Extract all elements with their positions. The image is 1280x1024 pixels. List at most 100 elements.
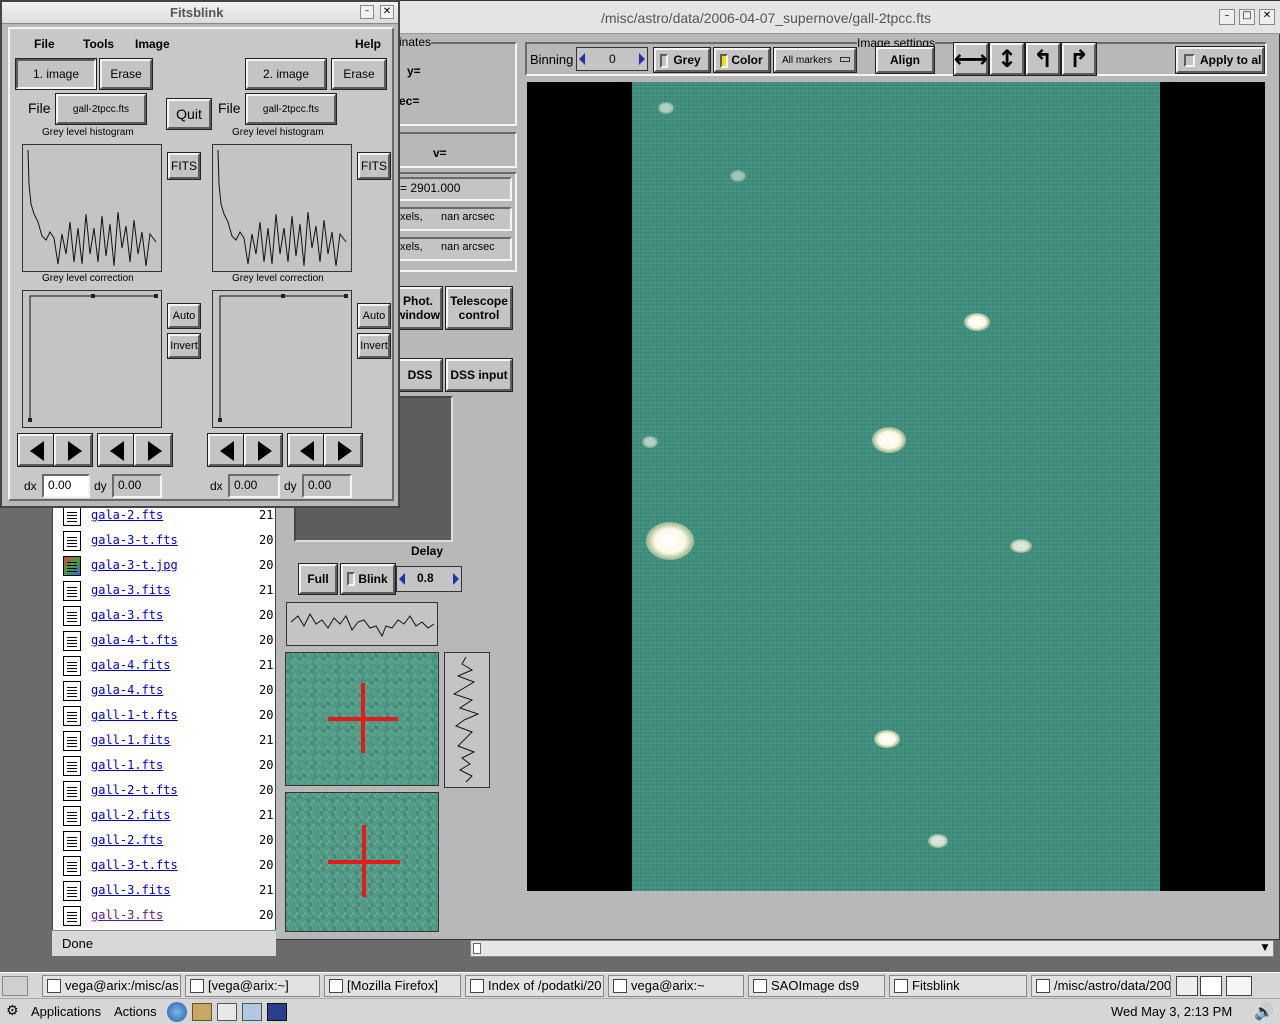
menu-file[interactable]: File	[34, 37, 55, 51]
delay-spinner[interactable]: 0.8	[396, 566, 462, 592]
taskbar-item[interactable]: /misc/astro/data/200	[1031, 975, 1171, 997]
rotate-left-icon[interactable]: ↰	[1025, 42, 1061, 76]
file-link[interactable]: gall-2.fts	[91, 833, 163, 847]
delay-decrease-icon[interactable]	[399, 573, 405, 585]
list-item[interactable]: gall-1-t.fts 20	[63, 704, 273, 729]
blink-toggle[interactable]: Blink	[340, 563, 396, 595]
workspace-3-icon[interactable]	[1226, 976, 1252, 996]
file-link[interactable]: gala-4-t.fts	[91, 633, 178, 647]
image2-button[interactable]: 2. image	[245, 58, 327, 90]
file-link[interactable]: gala-2.fts	[91, 508, 163, 522]
editor-launcher-icon[interactable]	[217, 1003, 237, 1021]
list-item[interactable]: gall-2.fits 21	[63, 804, 273, 829]
file-link[interactable]: gall-2-t.fts	[91, 783, 178, 797]
file-link[interactable]: gala-3.fts	[91, 608, 163, 622]
fits-button-1[interactable]: FITS	[167, 152, 201, 180]
shift-right-y-1-icon[interactable]	[133, 433, 173, 467]
list-item[interactable]: gall-3.fits 21	[63, 879, 273, 904]
workspace-2-icon[interactable]	[1200, 976, 1222, 996]
maximize-icon[interactable]: □	[1239, 9, 1255, 25]
file-link[interactable]: gall-3.fits	[91, 883, 170, 897]
markers-dropdown[interactable]: All markers	[773, 47, 857, 73]
telescope-control-button[interactable]: Telescope control	[445, 286, 513, 330]
invert-button-2[interactable]: Invert	[357, 333, 391, 359]
terminal-launcher-icon[interactable]	[267, 1003, 287, 1021]
list-item[interactable]: gall-2-t.fts 20	[63, 779, 273, 804]
shift-left-y-1-icon[interactable]	[97, 433, 137, 467]
file-link[interactable]: gall-3.fts	[91, 908, 163, 922]
shift-right-x-1-icon[interactable]	[53, 433, 93, 467]
list-item[interactable]: gall-1.fts 20	[63, 754, 273, 779]
minimize-icon[interactable]: –	[1219, 9, 1235, 25]
list-item[interactable]: gala-4.fts 20	[63, 679, 273, 704]
taskbar-item[interactable]: vega@arix:~	[608, 975, 744, 997]
color-radio[interactable]: Color	[713, 47, 771, 73]
blink-checkbox[interactable]	[347, 572, 355, 586]
show-desktop-icon[interactable]	[2, 976, 28, 996]
taskbar-item[interactable]: Index of /podatki/20	[465, 975, 604, 997]
browser-launcher-icon[interactable]	[167, 1002, 187, 1022]
dy-input-1[interactable]: 0.00	[112, 474, 162, 498]
binning-spinner[interactable]: 0	[576, 47, 648, 71]
close-icon[interactable]: ✕	[1259, 9, 1275, 25]
dx-input-1[interactable]: 0.00	[42, 474, 90, 498]
image1-button[interactable]: 1. image	[15, 58, 97, 90]
minimize-icon[interactable]: –	[360, 5, 374, 19]
horizontal-scrollbar[interactable]: ▼	[470, 940, 1274, 957]
scroll-down-icon[interactable]: ▼	[1259, 943, 1271, 954]
shift-right-x-2-icon[interactable]	[243, 433, 283, 467]
file-link[interactable]: gall-1.fits	[91, 733, 170, 747]
fits-button-2[interactable]: FITS	[357, 152, 391, 180]
workspace-1-icon[interactable]	[1176, 976, 1198, 996]
shift-right-y-2-icon[interactable]	[323, 433, 363, 467]
quit-button[interactable]: Quit	[166, 98, 212, 130]
clock[interactable]: Wed May 3, 2:13 PM	[1111, 1004, 1232, 1019]
dss-button[interactable]: DSS	[397, 358, 443, 392]
flip-vertical-icon[interactable]: ↕	[989, 42, 1025, 76]
taskbar-item[interactable]: Fitsblink	[889, 975, 1027, 997]
file-link[interactable]: gall-1.fts	[91, 758, 163, 772]
shift-left-x-2-icon[interactable]	[207, 433, 247, 467]
email-launcher-icon[interactable]	[192, 1003, 212, 1021]
erase-button-2[interactable]: Erase	[331, 58, 387, 90]
file-link[interactable]: gala-4.fits	[91, 658, 170, 672]
flip-horizontal-icon[interactable]: ⟷	[953, 42, 989, 76]
dy-input-2[interactable]: 0.00	[302, 474, 352, 498]
file-link[interactable]: gall-2.fits	[91, 808, 170, 822]
list-item[interactable]: gala-3.fits 21	[63, 579, 273, 604]
grey-radio[interactable]: Grey	[653, 47, 711, 73]
list-item[interactable]: gall-3.fts 20	[63, 904, 273, 929]
erase-button-1[interactable]: Erase	[99, 58, 153, 90]
taskbar-item[interactable]: [Mozilla Firefox]	[324, 975, 461, 997]
menu-help[interactable]: Help	[355, 37, 381, 51]
applications-menu[interactable]: Applications	[31, 1004, 101, 1019]
file2-button[interactable]: gall-2tpcc.fts	[245, 93, 337, 125]
close-icon[interactable]: ✕	[380, 5, 394, 19]
taskbar-item[interactable]: SAOImage ds9	[748, 975, 885, 997]
scrollbar-thumb[interactable]	[473, 943, 481, 954]
file1-button[interactable]: gall-2tpcc.fts	[55, 93, 147, 125]
dx-input-2[interactable]: 0.00	[228, 474, 280, 498]
menu-image[interactable]: Image	[135, 37, 170, 51]
list-item[interactable]: gall-2.fts 20	[63, 829, 273, 854]
presentation-launcher-icon[interactable]	[242, 1003, 262, 1021]
phot-window-button[interactable]: Phot. window	[393, 286, 443, 330]
dss-input-button[interactable]: DSS input	[445, 358, 513, 392]
list-item[interactable]: gall-3-t.fts 20	[63, 854, 273, 879]
shift-left-x-1-icon[interactable]	[17, 433, 57, 467]
auto-button-1[interactable]: Auto	[167, 303, 201, 329]
taskbar-item[interactable]: vega@arix:/misc/as	[42, 975, 181, 997]
list-item[interactable]: gall-1.fits 21	[63, 729, 273, 754]
file-link[interactable]: gall-1-t.fts	[91, 708, 178, 722]
menu-tools[interactable]: Tools	[83, 37, 114, 51]
binning-increase-icon[interactable]	[639, 53, 645, 65]
taskbar-item[interactable]: [vega@arix:~]	[185, 975, 320, 997]
delay-increase-icon[interactable]	[453, 573, 459, 585]
shift-left-y-2-icon[interactable]	[287, 433, 327, 467]
volume-icon[interactable]: 🔊	[1254, 1002, 1274, 1022]
full-button[interactable]: Full	[298, 563, 338, 595]
list-item[interactable]: gala-4.fits 21	[63, 654, 273, 679]
auto-button-2[interactable]: Auto	[357, 303, 391, 329]
align-button[interactable]: Align	[875, 46, 935, 74]
file-link[interactable]: gala-4.fts	[91, 683, 163, 697]
